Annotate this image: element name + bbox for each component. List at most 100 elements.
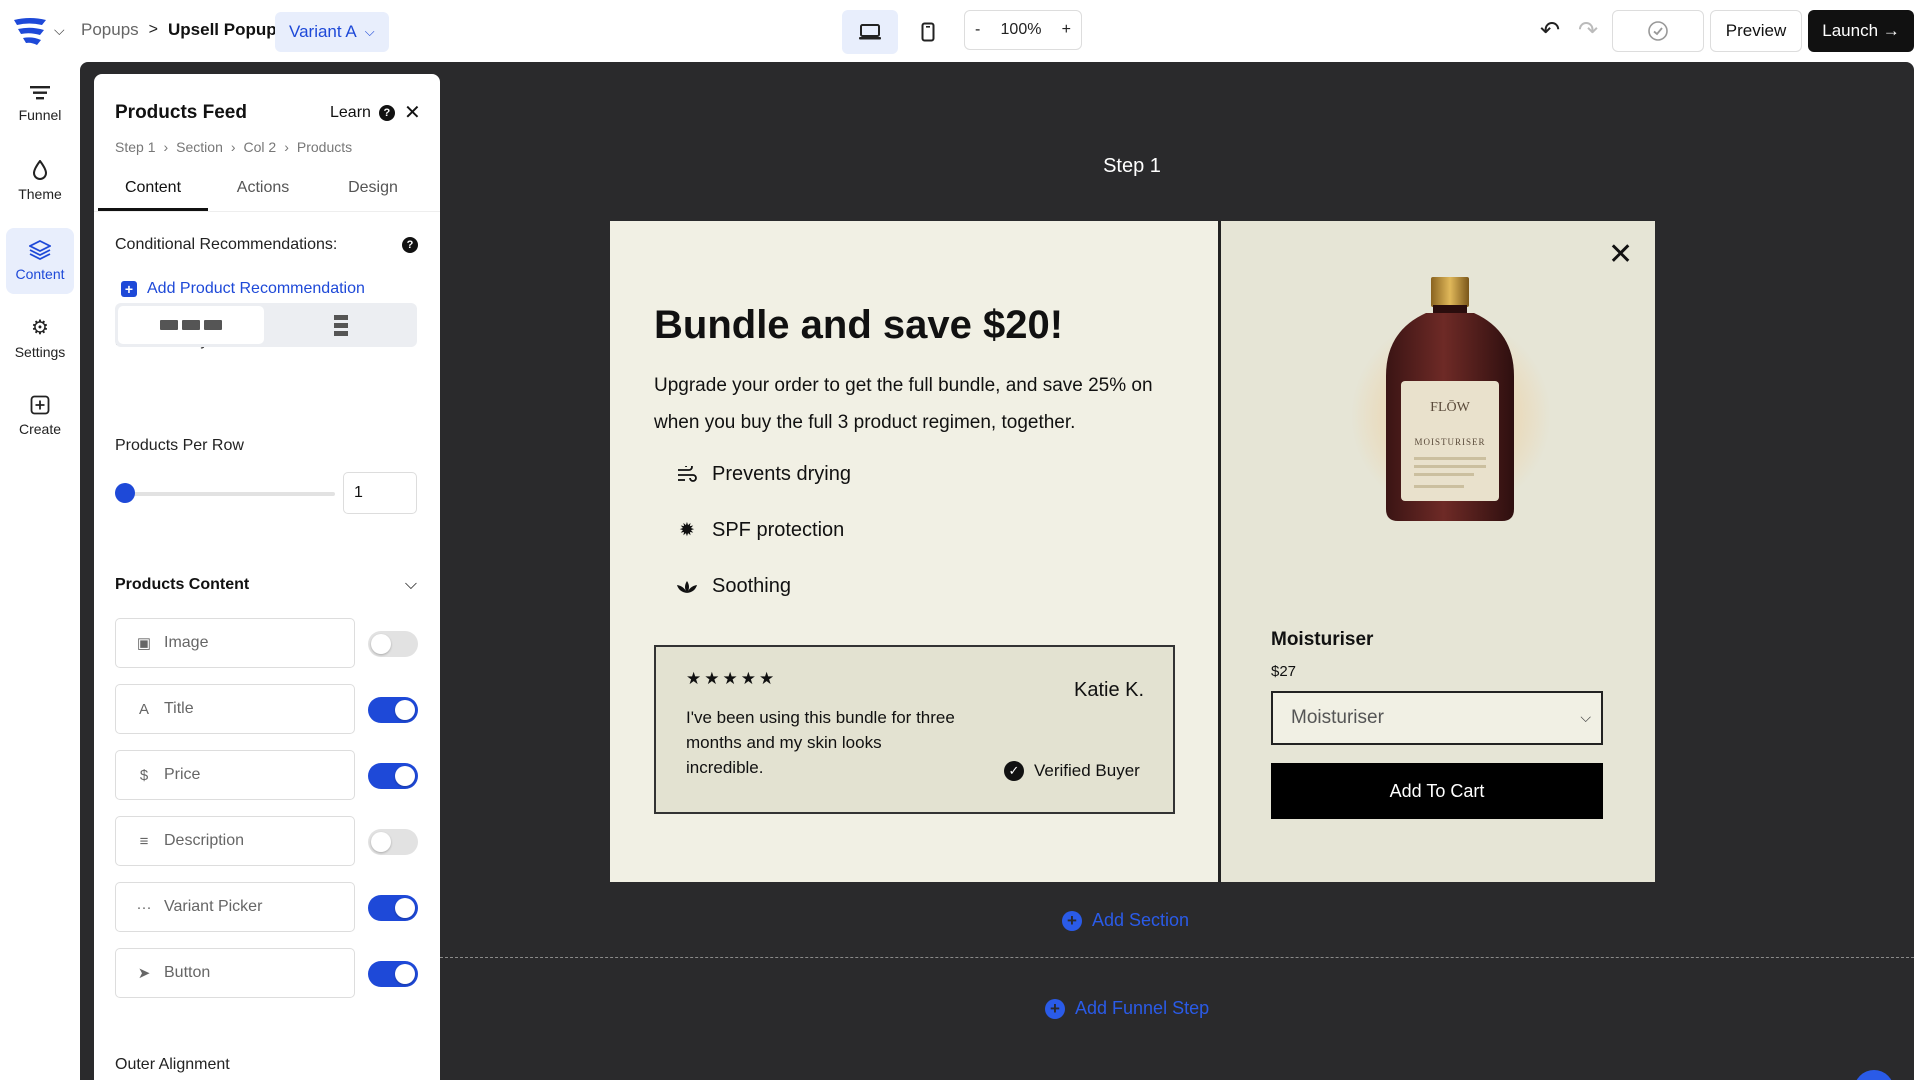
benefit-label: SPF protection [712, 519, 845, 541]
variant-label: Variant A [289, 22, 357, 41]
variant-picker-value: Moisturiser [1291, 707, 1384, 728]
chevron-right-icon: › [230, 139, 236, 155]
plus-circle-icon: + [1045, 998, 1065, 1019]
layout-list-option[interactable] [268, 306, 414, 344]
desktop-view-button[interactable] [842, 10, 898, 54]
variant-picker-toggle[interactable] [368, 895, 418, 921]
verified-label: Verified Buyer [1034, 761, 1140, 780]
content-row-variant-picker: ··· Variant Picker [115, 882, 418, 932]
rail-item-content[interactable]: Content [6, 228, 74, 294]
undo-icon[interactable]: ↶ [1540, 16, 1560, 45]
products-content-header[interactable]: Products Content ⌵ [115, 576, 417, 594]
gear-icon: ⚙ [31, 317, 49, 339]
panel-crumb[interactable]: Products [297, 139, 352, 155]
tab-actions[interactable]: Actions [208, 166, 318, 211]
add-to-cart-button[interactable]: Add To Cart [1271, 763, 1603, 819]
help-icon[interactable]: ? [402, 237, 418, 253]
grid-layout-icon [182, 320, 200, 330]
panel-crumb[interactable]: Col 2 [244, 139, 277, 155]
redo-icon[interactable]: ↷ [1578, 16, 1598, 45]
product-title[interactable]: Moisturiser [1271, 629, 1373, 651]
publish-status-button[interactable] [1612, 10, 1704, 52]
check-circle-icon [1648, 21, 1668, 41]
launch-button[interactable]: Launch → [1808, 10, 1914, 52]
popup-subtext[interactable]: Upgrade your order to get the full bundl… [654, 367, 1174, 441]
button-toggle[interactable] [368, 961, 418, 987]
variant-selector[interactable]: Variant A ⌵ [275, 12, 389, 52]
content-row-title: A Title [115, 684, 418, 734]
content-field[interactable]: $ Price [115, 750, 355, 800]
breadcrumb-popups[interactable]: Popups [81, 20, 139, 40]
product-image[interactable]: FLŌW MOISTURISER [1336, 271, 1566, 531]
per-row-slider-handle[interactable] [115, 483, 135, 503]
benefit-item[interactable]: Soothing [676, 575, 791, 598]
rail-item-funnel[interactable]: Funnel [6, 72, 74, 136]
preview-button[interactable]: Preview [1710, 10, 1802, 52]
step-divider [440, 957, 1914, 958]
upsell-popup[interactable]: Bundle and save $20! Upgrade your order … [610, 221, 1655, 882]
content-field-label: Image [164, 634, 209, 651]
zoom-in-button[interactable]: + [1062, 21, 1071, 39]
droplet-icon [32, 160, 48, 180]
learn-label: Learn [330, 104, 371, 121]
image-toggle[interactable] [368, 631, 418, 657]
step-label: Step 1 [1103, 155, 1161, 177]
align-left-icon: ≡ [139, 832, 149, 850]
add-product-recommendation-button[interactable]: + Add Product Recommendation [121, 280, 365, 298]
review-card[interactable]: ★★★★★ I've been using this bundle for th… [654, 645, 1175, 814]
add-section-button[interactable]: + Add Section [1062, 910, 1189, 931]
dollar-icon: $ [139, 766, 149, 784]
wind-icon [678, 465, 697, 482]
content-field[interactable]: ≡ Description [115, 816, 355, 866]
check-icon: ✓ [1004, 761, 1024, 781]
chevron-down-icon: ⌵ [364, 24, 375, 39]
close-icon[interactable]: ✕ [404, 100, 421, 125]
layout-grid-option[interactable] [118, 306, 264, 344]
variant-picker[interactable]: Moisturiser ⌵ [1271, 691, 1603, 745]
popup-left-column[interactable]: Bundle and save $20! Upgrade your order … [610, 221, 1218, 882]
zoom-level: 100% [1000, 21, 1042, 38]
app-menu-chevron-icon[interactable]: ⌵ [54, 22, 65, 39]
tab-content[interactable]: Content [98, 166, 208, 211]
list-layout-icon [334, 330, 348, 336]
content-field[interactable]: ▣ Image [115, 618, 355, 668]
breadcrumb-current: Upsell Popup [168, 20, 277, 39]
conditional-recommendations-label: Conditional Recommendations: [115, 236, 338, 253]
reviewer-name: Katie K. [1074, 679, 1145, 701]
panel-crumb[interactable]: Step 1 [115, 139, 155, 155]
plus-square-icon: + [121, 281, 137, 297]
verified-badge: ✓ Verified Buyer [1004, 761, 1140, 781]
popup-headline[interactable]: Bundle and save $20! [654, 303, 1063, 348]
layers-icon [29, 240, 51, 260]
rail-item-settings[interactable]: ⚙ Settings [6, 307, 74, 371]
outer-alignment-label: Outer Alignment [115, 1056, 230, 1073]
product-price[interactable]: $27 [1271, 663, 1296, 680]
description-toggle[interactable] [368, 829, 418, 855]
benefit-item[interactable]: ✹ SPF protection [676, 519, 844, 542]
grid-layout-icon [160, 320, 178, 330]
rail-item-create[interactable]: Create [6, 384, 74, 448]
chevron-right-icon: › [163, 139, 169, 155]
add-funnel-step-button[interactable]: + Add Funnel Step [1045, 998, 1209, 1019]
text-icon: A [138, 700, 149, 718]
app-logo-icon[interactable] [12, 16, 48, 46]
sun-icon: ✹ [679, 520, 695, 541]
learn-link[interactable]: Learn ? [330, 104, 395, 122]
per-row-slider-track[interactable] [125, 492, 335, 496]
rail-item-theme[interactable]: Theme [6, 149, 74, 213]
benefit-item[interactable]: Prevents drying [676, 463, 851, 486]
close-icon[interactable]: ✕ [1608, 237, 1633, 272]
content-field[interactable]: ➤ Button [115, 948, 355, 998]
zoom-out-button[interactable]: - [975, 21, 980, 39]
mobile-view-button[interactable] [900, 10, 956, 54]
content-field[interactable]: ··· Variant Picker [115, 882, 355, 932]
image-icon: ▣ [136, 635, 152, 652]
list-layout-icon [334, 322, 348, 328]
title-toggle[interactable] [368, 697, 418, 723]
per-row-input[interactable]: 1 [343, 472, 417, 514]
content-field[interactable]: A Title [115, 684, 355, 734]
content-field-label: Button [164, 964, 211, 981]
panel-crumb[interactable]: Section [176, 139, 223, 155]
price-toggle[interactable] [368, 763, 418, 789]
tab-design[interactable]: Design [318, 166, 428, 211]
